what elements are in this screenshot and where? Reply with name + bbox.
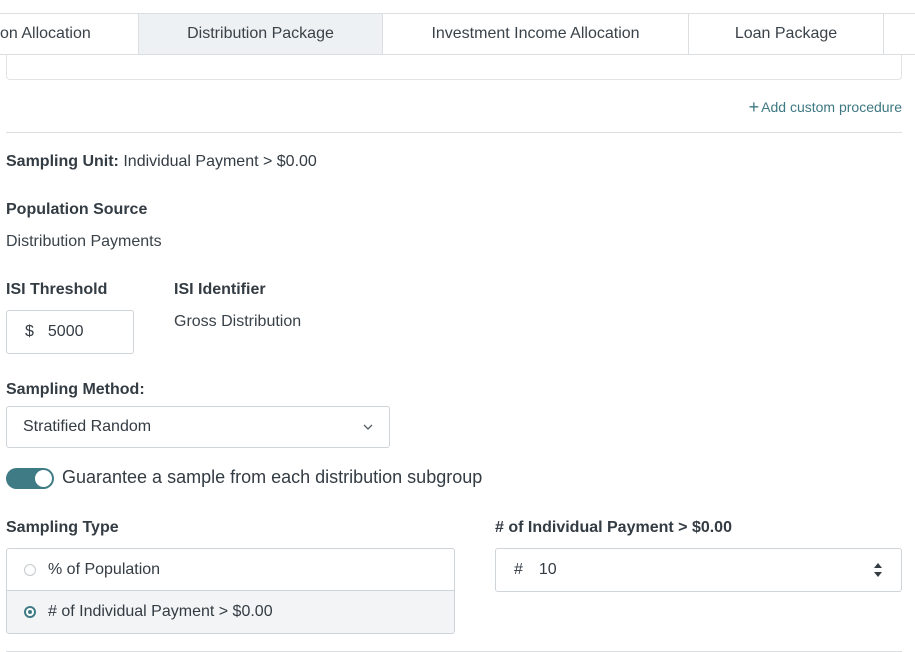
radio-option-percent-population[interactable]: % of Population (7, 549, 454, 591)
guarantee-subgroup-label: Guarantee a sample from each distributio… (62, 467, 483, 487)
isi-threshold-input[interactable]: $5000 (6, 310, 134, 354)
tab-allocation[interactable]: on Allocation (0, 14, 139, 54)
isi-threshold-value: 5000 (47, 323, 84, 340)
tab-investment-income-allocation[interactable]: Investment Income Allocation (383, 14, 689, 54)
isi-identifier-label: ISI Identifier (174, 281, 266, 298)
sampling-type-label: Sampling Type (6, 519, 119, 536)
hash-prefix: # (514, 561, 523, 578)
count-input[interactable]: #10 (495, 548, 902, 592)
radio-checked-icon (24, 606, 36, 618)
sampling-unit-label: Sampling Unit: (6, 153, 119, 170)
isi-threshold-label: ISI Threshold (6, 281, 108, 298)
spinner-arrows-icon[interactable] (873, 561, 883, 579)
sampling-method-value: Stratified Random (23, 418, 152, 435)
population-source-label: Population Source (6, 201, 148, 218)
sampling-method-label: Sampling Method: (6, 381, 145, 398)
radio-option-label: % of Population (48, 561, 161, 578)
tab-loan-package[interactable]: Loan Package (689, 14, 884, 54)
sampling-type-radio-group: % of Population # of Individual Payment … (6, 548, 455, 634)
sampling-unit-value: Individual Payment > $0.00 (123, 153, 317, 170)
radio-option-count[interactable]: # of Individual Payment > $0.00 (7, 591, 454, 633)
procedure-list-box (6, 55, 902, 80)
count-field-label: # of Individual Payment > $0.00 (495, 519, 732, 536)
add-custom-procedure-label: Add custom procedure (761, 99, 902, 115)
dollar-prefix: $ (25, 323, 34, 340)
isi-identifier-value: Gross Distribution (174, 313, 302, 330)
divider (6, 132, 902, 133)
sampling-unit: Sampling Unit: Individual Payment > $0.0… (6, 153, 317, 171)
toggle-knob (35, 470, 52, 487)
tab-distribution-package[interactable]: Distribution Package (139, 14, 383, 54)
radio-unchecked-icon (24, 564, 36, 576)
count-value: 10 (538, 561, 557, 578)
sampling-method-select[interactable]: Stratified Random (6, 406, 390, 448)
chevron-down-icon (363, 424, 373, 430)
plus-icon: + (748, 97, 760, 117)
radio-option-label: # of Individual Payment > $0.00 (48, 603, 273, 620)
population-source-value: Distribution Payments (6, 233, 162, 250)
add-custom-procedure-link[interactable]: + Add custom procedure (749, 97, 902, 118)
procedure-tabs: on Allocation Distribution Package Inves… (0, 13, 915, 55)
guarantee-subgroup-toggle[interactable] (6, 468, 54, 489)
tab-overflow[interactable] (884, 14, 915, 54)
